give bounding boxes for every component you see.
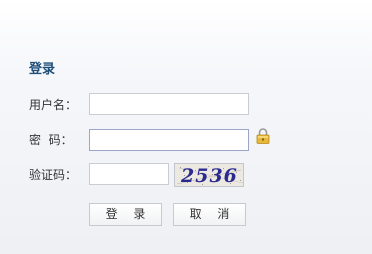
password-label: 密 码： — [29, 133, 73, 147]
captcha-label: 验证码： — [29, 168, 78, 182]
username-label: 用户名： — [29, 98, 78, 112]
username-input[interactable] — [89, 93, 249, 115]
login-panel: 登录 用户名： 密 码： 验证码： 2536 登 录 取 消 — [0, 0, 372, 254]
captcha-input[interactable] — [89, 163, 169, 185]
login-button[interactable]: 登 录 — [89, 203, 162, 226]
login-title: 登录 — [29, 62, 56, 77]
lock-icon — [256, 128, 270, 144]
captcha-image[interactable]: 2536 — [174, 163, 244, 187]
cancel-button[interactable]: 取 消 — [173, 203, 246, 226]
password-input[interactable] — [89, 129, 249, 151]
captcha-text: 2536 — [181, 165, 238, 187]
